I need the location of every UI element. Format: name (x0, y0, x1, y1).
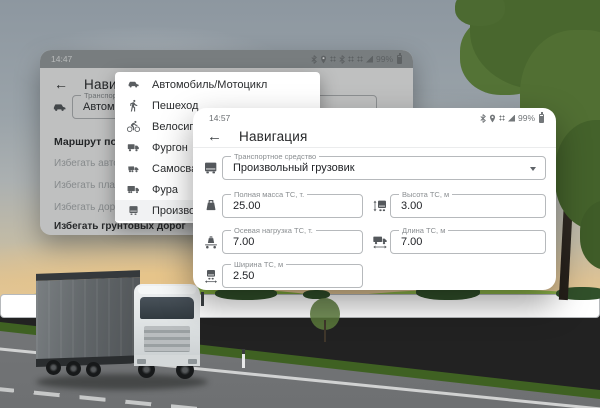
van-icon (127, 141, 140, 154)
car-icon (52, 100, 67, 115)
status-icons: 99% (311, 54, 402, 64)
battery-icon (397, 55, 402, 64)
status-icons: 99% (480, 113, 544, 123)
signal-icon (508, 115, 515, 122)
truck-wheel (66, 361, 81, 376)
battery-percent: 99% (518, 113, 535, 123)
vehicle-length-field[interactable]: Длина ТС, м 7.00 (390, 230, 546, 254)
small-tree (310, 298, 340, 340)
screen-header: ← Навигация (207, 128, 308, 145)
battery-percent: 99% (376, 54, 393, 64)
car-icon (127, 78, 140, 91)
field-label: Ширина ТС, м (231, 260, 286, 269)
navigation-settings-screen: 14:57 99% ← Навигация Транспортное средс… (193, 108, 556, 290)
vehicle-type-select[interactable]: Транспортное средство Произвольный грузо… (222, 156, 546, 180)
truck-wheel (86, 362, 101, 377)
truck-height-icon (372, 198, 388, 214)
notification-icon (357, 56, 363, 62)
page-title: Навигация (239, 129, 308, 144)
bicycle-icon (127, 120, 140, 133)
pedestrian-icon (127, 99, 140, 112)
signal-icon (366, 56, 373, 63)
status-bar: 14:57 99% (209, 112, 544, 124)
axle-load-icon (203, 234, 219, 250)
menu-item-label: Пешеход (152, 100, 198, 112)
divider (193, 147, 556, 148)
chevron-down-icon[interactable] (530, 167, 536, 171)
custom-truck-icon (127, 204, 140, 217)
bluetooth-icon (480, 114, 486, 123)
vehicle-width-field[interactable]: Ширина ТС, м 2.50 (222, 264, 363, 288)
bluetooth-icon (311, 55, 317, 64)
screenshot-root: 14:47 99% ← Навигация Транспортное средс… (0, 0, 600, 408)
truck-icon (203, 160, 219, 176)
bluetooth-icon (339, 55, 345, 64)
battery-icon (539, 114, 544, 123)
menu-item-car[interactable]: Автомобиль/Мотоцикл (115, 74, 320, 95)
status-bar: 14:47 99% (40, 50, 413, 68)
menu-item-label: Фура (152, 184, 178, 196)
field-label: Полная масса ТС, т. (231, 190, 307, 199)
truck-photo (34, 258, 210, 392)
menu-item-label: Фургон (152, 142, 188, 154)
field-label: Транспортное средство (231, 152, 319, 161)
notification-icon (499, 115, 505, 121)
menu-item-label: Автомобиль/Мотоцикл (152, 79, 267, 91)
notification-icon (348, 56, 354, 62)
truck-width-icon (203, 268, 219, 284)
clock: 14:57 (209, 113, 230, 123)
dump-truck-icon (127, 162, 140, 175)
clock: 14:47 (51, 54, 72, 64)
back-arrow-icon[interactable]: ← (207, 128, 222, 145)
back-arrow-icon[interactable]: ← (54, 76, 68, 92)
vehicle-height-field[interactable]: Высота ТС, м 3.00 (390, 194, 546, 218)
location-icon (489, 114, 496, 123)
truck-wheel (46, 360, 61, 375)
field-label: Высота ТС, м (399, 190, 452, 199)
notification-icon (330, 56, 336, 62)
semi-truck-icon (127, 183, 140, 196)
field-label: Длина ТС, м (399, 226, 448, 235)
truck-trailer (36, 270, 140, 362)
truck-cab (134, 284, 200, 366)
gross-weight-field[interactable]: Полная масса ТС, т. 25.00 (222, 194, 363, 218)
truck-length-icon (372, 234, 388, 250)
location-icon (320, 55, 327, 64)
roadside-post (242, 349, 245, 368)
truck-weight-icon (203, 198, 219, 214)
field-label: Осевая нагрузка ТС, т. (231, 226, 316, 235)
axle-load-field[interactable]: Осевая нагрузка ТС, т. 7.00 (222, 230, 363, 254)
